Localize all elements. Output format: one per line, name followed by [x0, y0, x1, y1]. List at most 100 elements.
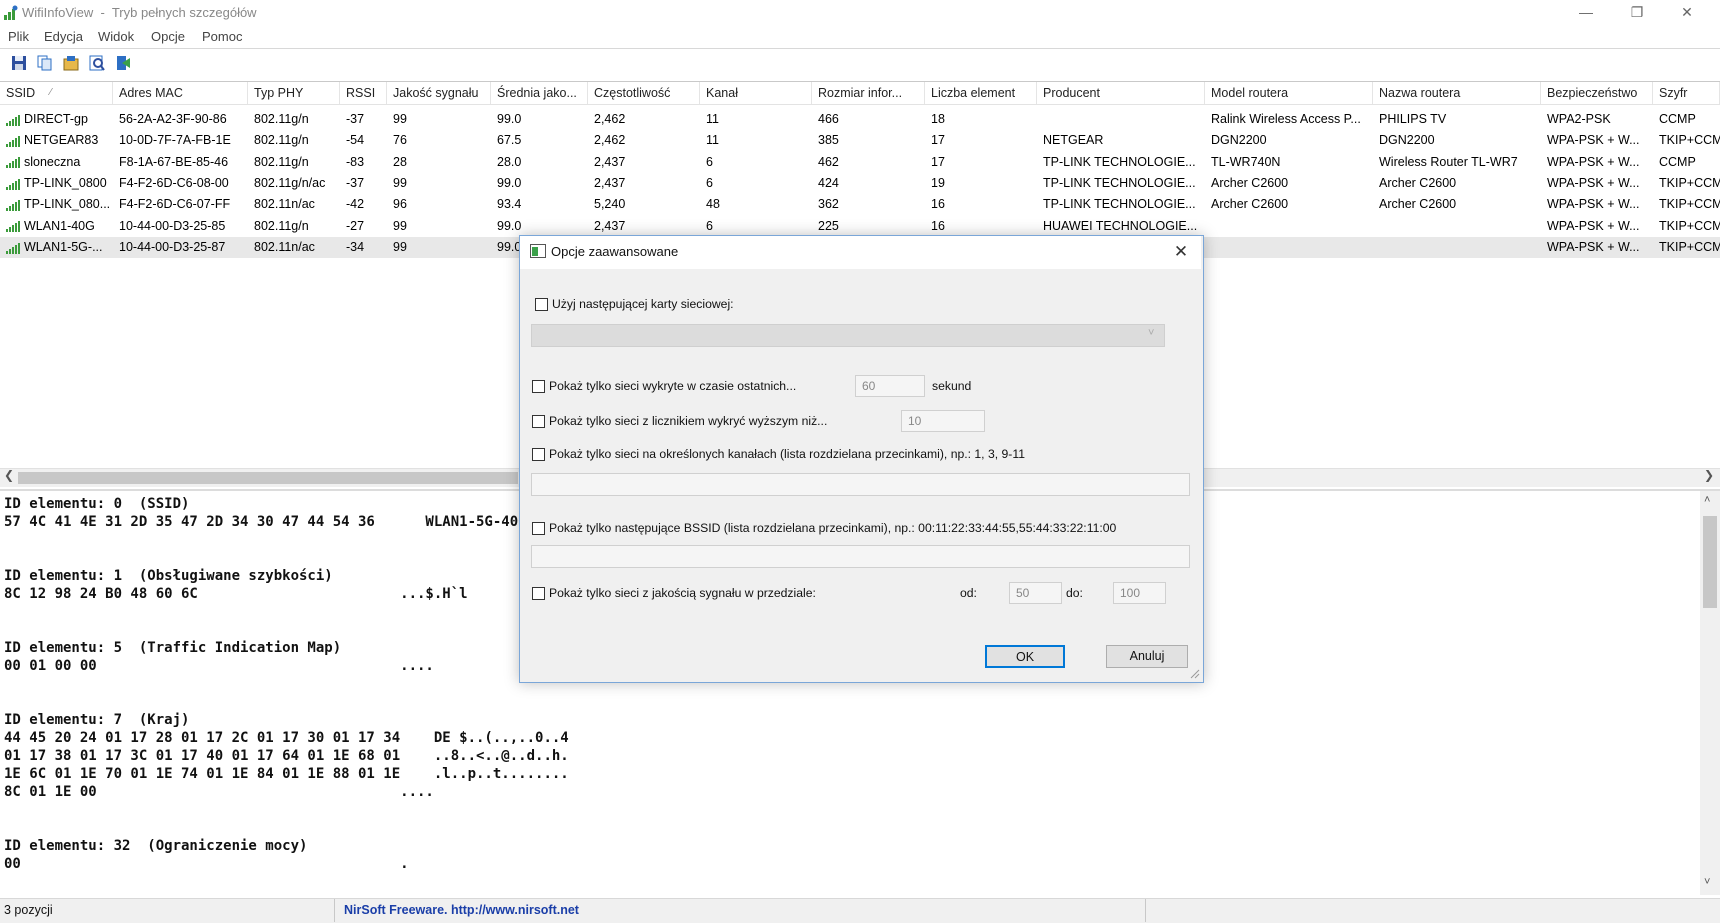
- quality-to-input[interactable]: 100: [1113, 582, 1166, 604]
- table-cell: 802.11g/n: [254, 112, 309, 126]
- quality-from-input[interactable]: 50: [1009, 582, 1062, 604]
- details-line: 00 01 00 00 ....: [4, 658, 434, 674]
- ssid-text: WLAN1-40G: [24, 218, 95, 233]
- details-line: 44 45 20 24 01 17 28 01 17 2C 01 17 30 0…: [4, 730, 569, 746]
- column-header[interactable]: RSSI: [340, 82, 387, 104]
- window-title: WifiInfoView - Tryb pełnych szczegółów: [22, 5, 257, 20]
- column-header[interactable]: Adres MAC: [113, 82, 248, 104]
- scroll-right-arrow-icon[interactable]: ❯: [1704, 468, 1714, 482]
- table-cell: 6: [706, 175, 713, 190]
- table-cell: CCMP: [1659, 112, 1696, 126]
- scroll-down-arrow-icon[interactable]: ˅: [1704, 876, 1710, 888]
- item-count: 3 pozycji: [4, 903, 53, 917]
- table-cell: TKIP+CCM: [1659, 175, 1720, 190]
- table-cell: NETGEAR: [1043, 133, 1104, 148]
- menu-widok[interactable]: Widok: [98, 29, 134, 44]
- bssid-checkbox[interactable]: [532, 522, 545, 535]
- menu-opcje[interactable]: Opcje: [151, 29, 185, 44]
- close-button[interactable]: ✕: [1664, 0, 1710, 26]
- column-header[interactable]: Rozmiar infor...: [812, 82, 925, 104]
- toolbar: [0, 49, 1720, 77]
- quality-checkbox[interactable]: [532, 587, 545, 600]
- table-cell: 385: [818, 133, 839, 148]
- column-header[interactable]: Bezpieczeństwo: [1541, 82, 1653, 104]
- column-header[interactable]: Nazwa routera: [1373, 82, 1541, 104]
- table-cell: 6: [706, 154, 713, 169]
- table-cell: 28: [393, 154, 407, 169]
- column-header[interactable]: SSID: [0, 82, 113, 104]
- signal-strength-icon: [6, 156, 22, 169]
- table-cell: 802.11g/n/ac: [254, 175, 326, 190]
- table-cell: 2,437: [594, 175, 626, 190]
- table-cell: 17: [931, 154, 945, 169]
- find-icon[interactable]: [88, 54, 106, 72]
- channels-label: Pokaż tylko sieci na określonych kanałac…: [549, 447, 1025, 461]
- table-cell: 99: [393, 239, 407, 254]
- recent-checkbox[interactable]: [532, 380, 545, 393]
- table-cell: -37: [346, 175, 365, 190]
- table-cell: TKIP+CCM: [1659, 239, 1720, 254]
- title-bar[interactable]: [0, 0, 1720, 26]
- table-cell: 99: [393, 112, 407, 126]
- count-checkbox[interactable]: [532, 415, 545, 428]
- details-line: ID elementu: 7 (Kraj): [4, 712, 190, 728]
- table-cell: 5,240: [594, 197, 626, 212]
- column-header[interactable]: Szyfr: [1653, 82, 1720, 104]
- table-cell: 802.11n/ac: [254, 239, 315, 254]
- ok-button[interactable]: OK: [985, 645, 1065, 668]
- detection-count-input[interactable]: 10: [901, 410, 985, 432]
- menu-plik[interactable]: Plik: [8, 29, 29, 44]
- column-header[interactable]: Jakość sygnału: [387, 82, 491, 104]
- horizontal-scroll-thumb[interactable]: [18, 472, 518, 484]
- table-cell: F4-F2-6D-C6-08-00: [119, 175, 229, 190]
- restore-button[interactable]: ❐: [1614, 0, 1660, 26]
- column-header[interactable]: Liczba element: [925, 82, 1037, 104]
- dialog-close-button[interactable]: ✕: [1168, 240, 1194, 264]
- table-cell: 56-2A-A2-3F-90-86: [119, 112, 227, 126]
- cancel-button[interactable]: Anuluj: [1106, 645, 1188, 668]
- resize-grip-icon[interactable]: [1188, 667, 1200, 679]
- bssid-input[interactable]: [531, 545, 1190, 568]
- column-header[interactable]: Średnia jako...: [491, 82, 588, 104]
- channels-input[interactable]: [531, 473, 1190, 496]
- exit-icon[interactable]: [114, 54, 132, 72]
- column-header[interactable]: Model routera: [1205, 82, 1373, 104]
- column-header[interactable]: Typ PHY: [248, 82, 340, 104]
- nirsoft-link[interactable]: NirSoft Freeware. http://www.nirsoft.net: [344, 903, 579, 917]
- copy-icon[interactable]: [36, 54, 54, 72]
- menu-pomoc[interactable]: Pomoc: [202, 29, 242, 44]
- table-cell: 76: [393, 133, 407, 148]
- table-cell: 10-44-00-D3-25-85: [119, 218, 226, 233]
- menu-edycja[interactable]: Edycja: [44, 29, 83, 44]
- properties-icon[interactable]: [62, 54, 80, 72]
- dialog-window-icon: [530, 244, 546, 258]
- column-header[interactable]: Częstotliwość: [588, 82, 700, 104]
- ssid-cell: NETGEAR83: [0, 130, 113, 151]
- channels-checkbox[interactable]: [532, 448, 545, 461]
- table-cell: 462: [818, 154, 839, 169]
- table-cell: WPA-PSK + W...: [1547, 239, 1640, 254]
- scroll-up-arrow-icon[interactable]: ˄: [1704, 494, 1710, 506]
- count-label: Pokaż tylko sieci z licznikiem wykryć wy…: [549, 414, 828, 428]
- scroll-left-arrow-icon[interactable]: ❮: [4, 468, 14, 482]
- table-cell: -37: [346, 112, 365, 126]
- table-cell: [1205, 237, 1373, 258]
- table-cell: 10-0D-7F-7A-FB-1E: [119, 133, 231, 148]
- save-icon[interactable]: [10, 54, 28, 72]
- recent-seconds-input[interactable]: 60: [855, 375, 925, 397]
- column-header[interactable]: Producent: [1037, 82, 1205, 104]
- ssid-text: DIRECT-gp: [24, 112, 88, 126]
- table-cell: 424: [818, 175, 839, 190]
- table-cell: 99.0: [497, 218, 522, 233]
- table-cell: 19: [931, 175, 945, 190]
- column-header[interactable]: Kanał: [700, 82, 812, 104]
- table-cell: [1037, 109, 1205, 130]
- table-cell: 16: [931, 218, 945, 233]
- table-cell: [1373, 237, 1541, 258]
- table-cell: TKIP+CCM: [1659, 133, 1720, 148]
- vertical-scroll-thumb[interactable]: [1703, 516, 1717, 608]
- use-adapter-checkbox[interactable]: [535, 298, 548, 311]
- ssid-text: TP-LINK_0800: [24, 175, 107, 190]
- adapter-select[interactable]: [531, 324, 1165, 347]
- minimize-button[interactable]: —: [1563, 0, 1609, 26]
